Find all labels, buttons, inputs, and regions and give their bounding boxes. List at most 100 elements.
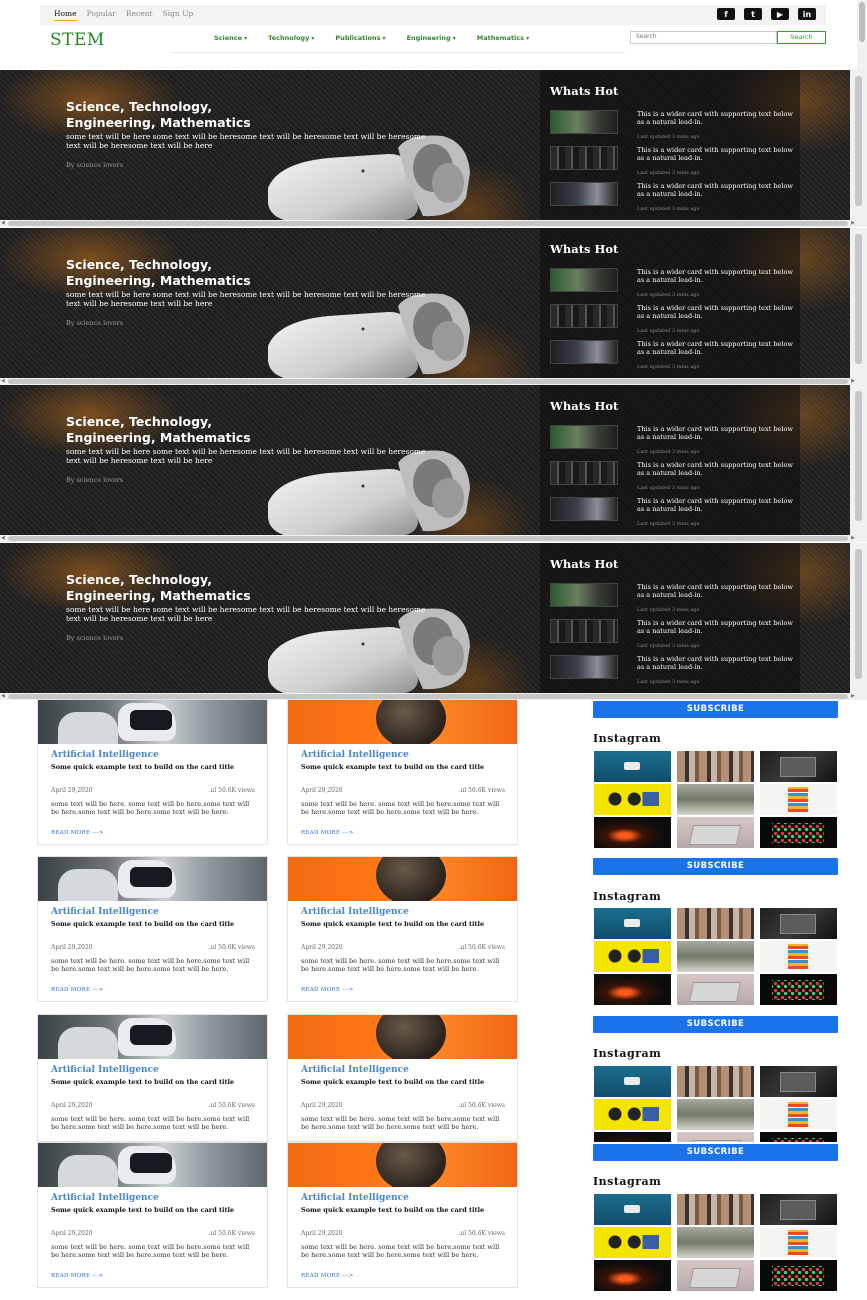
hero-vertical-scrollbar[interactable] — [850, 228, 867, 378]
twitter-icon[interactable]: t — [744, 8, 762, 20]
brand-logo[interactable]: STEM — [50, 30, 105, 50]
instagram-photo[interactable] — [594, 1227, 671, 1258]
instagram-photo[interactable] — [677, 1194, 754, 1225]
hot-thumbnail[interactable] — [550, 304, 618, 328]
instagram-photo[interactable] — [760, 974, 837, 1005]
hot-thumbnail[interactable] — [550, 110, 618, 134]
top-nav-recent[interactable]: Recent — [126, 9, 153, 21]
card-image[interactable] — [288, 857, 517, 901]
read-more-link[interactable]: READ MORE ---> — [51, 1273, 104, 1279]
hot-item-text[interactable]: This is a wider card with supporting tex… — [637, 340, 797, 356]
card-image[interactable] — [38, 857, 267, 901]
instagram-photo[interactable] — [594, 1260, 671, 1291]
read-more-link[interactable]: READ MORE ---> — [301, 987, 354, 993]
facebook-icon[interactable]: f — [717, 8, 735, 20]
card-title[interactable]: Artificial Intelligence — [301, 907, 409, 917]
hot-thumbnail[interactable] — [550, 583, 618, 607]
card-image[interactable] — [38, 1015, 267, 1059]
instagram-photo[interactable] — [594, 1066, 671, 1097]
top-nav-home[interactable]: Home — [54, 9, 77, 21]
card-image[interactable] — [288, 1015, 517, 1059]
card-title[interactable]: Artificial Intelligence — [301, 1065, 409, 1075]
hot-item-text[interactable]: This is a wider card with supporting tex… — [637, 110, 797, 126]
instagram-photo[interactable] — [760, 751, 837, 782]
subscribe-button[interactable]: SUBSCRIBE — [593, 1144, 838, 1161]
article-card[interactable]: Artificial Intelligence Some quick examp… — [37, 699, 268, 845]
hot-thumbnail[interactable] — [550, 340, 618, 364]
instagram-photo[interactable] — [677, 1099, 754, 1130]
nav-engineering[interactable]: Engineering — [407, 34, 456, 42]
article-card[interactable]: Artificial Intelligence Some quick examp… — [287, 1142, 518, 1288]
card-title[interactable]: Artificial Intelligence — [51, 750, 159, 760]
nav-mathematics[interactable]: Mathematics — [477, 34, 529, 42]
nav-technology[interactable]: Technology — [268, 34, 314, 42]
read-more-link[interactable]: READ MORE ---> — [301, 830, 354, 836]
subscribe-button[interactable]: SUBSCRIBE — [593, 701, 838, 718]
instagram-photo[interactable] — [677, 817, 754, 848]
top-nav-signup[interactable]: Sign Up — [163, 9, 194, 21]
linkedin-icon[interactable]: in — [798, 8, 816, 20]
instagram-photo[interactable] — [594, 941, 671, 972]
read-more-link[interactable]: READ MORE ---> — [51, 830, 104, 836]
article-card[interactable]: Artificial Intelligence Some quick examp… — [287, 856, 518, 1002]
card-title[interactable]: Artificial Intelligence — [51, 1065, 159, 1075]
hero-vertical-scrollbar[interactable] — [850, 70, 867, 220]
card-title[interactable]: Artificial Intelligence — [301, 750, 409, 760]
instagram-photo[interactable] — [677, 908, 754, 939]
instagram-photo[interactable] — [677, 1227, 754, 1258]
instagram-photo[interactable] — [594, 974, 671, 1005]
hot-thumbnail[interactable] — [550, 146, 618, 170]
instagram-photo[interactable] — [760, 1066, 837, 1097]
nav-science[interactable]: Science — [214, 34, 247, 42]
instagram-photo[interactable] — [677, 1260, 754, 1291]
instagram-photo[interactable] — [760, 908, 837, 939]
hot-item-text[interactable]: This is a wider card with supporting tex… — [637, 425, 797, 441]
hot-thumbnail[interactable] — [550, 268, 618, 292]
hot-item-text[interactable]: This is a wider card with supporting tex… — [637, 619, 797, 635]
article-card[interactable]: Artificial Intelligence Some quick examp… — [287, 699, 518, 845]
hot-thumbnail[interactable] — [550, 655, 618, 679]
instagram-photo[interactable] — [594, 1099, 671, 1130]
subscribe-button[interactable]: SUBSCRIBE — [593, 1016, 838, 1033]
instagram-photo[interactable] — [594, 817, 671, 848]
hot-item-text[interactable]: This is a wider card with supporting tex… — [637, 497, 797, 513]
card-image[interactable] — [288, 1143, 517, 1187]
card-title[interactable]: Artificial Intelligence — [51, 1193, 159, 1203]
nav-publications[interactable]: Publications — [335, 34, 385, 42]
hero-horizontal-scrollbar[interactable]: ◀ ▶ — [0, 220, 867, 227]
read-more-link[interactable]: READ MORE ---> — [51, 987, 104, 993]
hot-item-text[interactable]: This is a wider card with supporting tex… — [637, 461, 797, 477]
hot-thumbnail[interactable] — [550, 497, 618, 521]
instagram-photo[interactable] — [677, 1066, 754, 1097]
instagram-photo[interactable] — [594, 751, 671, 782]
hot-item-text[interactable]: This is a wider card with supporting tex… — [637, 182, 797, 198]
search-input[interactable]: Search — [630, 31, 777, 44]
instagram-photo[interactable] — [760, 1227, 837, 1258]
hot-item-text[interactable]: This is a wider card with supporting tex… — [637, 304, 797, 320]
instagram-photo[interactable] — [760, 1194, 837, 1225]
instagram-photo[interactable] — [594, 1194, 671, 1225]
instagram-photo[interactable] — [677, 784, 754, 815]
article-card[interactable]: Artificial Intelligence Some quick examp… — [37, 856, 268, 1002]
card-title[interactable]: Artificial Intelligence — [51, 907, 159, 917]
hero-vertical-scrollbar[interactable] — [850, 385, 867, 535]
instagram-photo[interactable] — [760, 1099, 837, 1130]
hot-thumbnail[interactable] — [550, 182, 618, 206]
instagram-photo[interactable] — [594, 784, 671, 815]
hot-item-text[interactable]: This is a wider card with supporting tex… — [637, 583, 797, 599]
article-card[interactable]: Artificial Intelligence Some quick examp… — [37, 1142, 268, 1288]
article-card[interactable]: Artificial Intelligence Some quick examp… — [37, 1014, 268, 1142]
hero-vertical-scrollbar[interactable] — [850, 543, 867, 693]
instagram-photo[interactable] — [760, 1132, 837, 1142]
instagram-photo[interactable] — [677, 751, 754, 782]
hot-thumbnail[interactable] — [550, 461, 618, 485]
hot-item-text[interactable]: This is a wider card with supporting tex… — [637, 146, 797, 162]
instagram-photo[interactable] — [760, 1260, 837, 1291]
top-nav-popular[interactable]: Popular — [87, 9, 116, 21]
search-button[interactable]: Search — [777, 31, 826, 44]
page-scrollbar[interactable] — [857, 0, 867, 70]
instagram-photo[interactable] — [760, 784, 837, 815]
instagram-photo[interactable] — [594, 1132, 671, 1142]
hero-horizontal-scrollbar[interactable]: ◀ ▶ — [0, 535, 867, 542]
instagram-photo[interactable] — [677, 974, 754, 1005]
